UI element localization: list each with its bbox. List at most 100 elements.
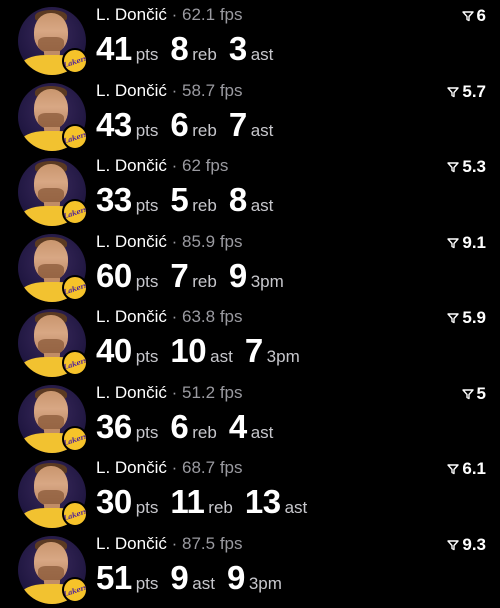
rating-badge[interactable]: 6.1 [447, 459, 486, 479]
rating-value: 5.9 [462, 308, 486, 327]
stat-label: ast [192, 574, 215, 593]
stat-item: 9 3pm [229, 257, 284, 295]
player-name[interactable]: L. Dončić [96, 81, 167, 100]
stat-item: 51 pts [96, 559, 158, 597]
stat-item: 41 pts [96, 30, 158, 68]
stat-value: 51 [96, 559, 132, 596]
player-name[interactable]: L. Dončić [96, 5, 167, 24]
rating-value: 9.3 [462, 535, 486, 554]
stat-value: 41 [96, 30, 132, 67]
stat-line: 33 pts 5 reb 8 ast [96, 181, 285, 219]
fps-value: 68.7 fps [182, 458, 243, 477]
player-name[interactable]: L. Dončić [96, 307, 167, 326]
stat-label: ast [284, 498, 308, 517]
stat-line: 41 pts 8 reb 3 ast [96, 30, 285, 68]
stat-value: 4 [228, 408, 247, 445]
filter-funnel-icon [461, 11, 474, 22]
rating-badge[interactable]: 6 [461, 6, 486, 26]
rating-value: 5 [476, 384, 486, 403]
stat-item: 9 3pm [227, 559, 282, 597]
stat-value: 40 [96, 332, 132, 369]
player-name[interactable]: L. Dončić [96, 383, 167, 402]
stat-value: 11 [170, 483, 205, 520]
game-log-row[interactable]: Lakers L. Dončić · 62.1 fps 6 41 pts 8 r… [0, 0, 500, 75]
player-name[interactable]: L. Dončić [96, 534, 167, 553]
stat-value: 30 [96, 483, 132, 520]
meta-separator: · [171, 5, 178, 24]
meta-separator: · [171, 534, 178, 553]
filter-funnel-icon [461, 389, 474, 400]
stat-label: pts [135, 272, 159, 291]
meta-separator: · [171, 307, 178, 326]
rating-badge[interactable]: 5.7 [447, 82, 486, 102]
lakers-logo-wordmark: Lakers [62, 505, 88, 523]
stat-label: ast [250, 45, 274, 64]
stat-label: reb [208, 498, 233, 517]
stat-item: 7 ast [229, 106, 274, 144]
game-log-row[interactable]: Lakers L. Dončić · 68.7 fps 6.1 30 pts 1… [0, 453, 500, 528]
game-log-row[interactable]: Lakers L. Dončić · 58.7 fps 5.7 43 pts 6… [0, 76, 500, 151]
lakers-logo-icon: Lakers [62, 48, 88, 74]
rating-badge[interactable]: 9.1 [447, 233, 486, 253]
stat-item: 7 reb [170, 257, 216, 295]
filter-funnel-icon [447, 540, 460, 551]
stat-item: 8 reb [170, 30, 216, 68]
stat-label: pts [135, 121, 159, 140]
filter-funnel-icon [447, 87, 460, 98]
game-log-row[interactable]: Lakers L. Dončić · 63.8 fps 5.9 40 pts 1… [0, 302, 500, 377]
stat-item: 10 ast [170, 332, 232, 370]
stat-value: 43 [96, 106, 132, 143]
stat-label: pts [135, 574, 159, 593]
stat-value: 9 [228, 257, 247, 294]
rating-badge[interactable]: 5.9 [447, 308, 486, 328]
rating-badge[interactable]: 9.3 [447, 535, 486, 555]
stat-value: 8 [228, 181, 247, 218]
stat-item: 11 reb [170, 483, 232, 521]
stat-label: ast [250, 196, 274, 215]
rating-value: 9.1 [462, 233, 486, 252]
fps-value: 87.5 fps [182, 534, 243, 553]
lakers-logo-wordmark: Lakers [62, 581, 88, 599]
stat-value: 7 [228, 106, 247, 143]
player-name[interactable]: L. Dončić [96, 232, 167, 251]
rating-badge[interactable]: 5 [461, 384, 486, 404]
stat-label: 3pm [248, 574, 282, 593]
game-log-row[interactable]: Lakers L. Dončić · 85.9 fps 9.1 60 pts 7… [0, 227, 500, 302]
row-meta: L. Dončić · 62.1 fps [96, 5, 243, 25]
stat-line: 60 pts 7 reb 9 3pm [96, 257, 296, 295]
game-log-row[interactable]: Lakers L. Dončić · 87.5 fps 9.3 51 pts 9… [0, 529, 500, 604]
stat-value: 13 [244, 483, 281, 520]
stat-item: 6 reb [170, 106, 216, 144]
fps-value: 51.2 fps [182, 383, 243, 402]
stat-item: 5 reb [170, 181, 216, 219]
stat-value: 8 [170, 30, 189, 67]
lakers-logo-icon: Lakers [62, 199, 88, 225]
stat-label: 3pm [250, 272, 284, 291]
stat-label: reb [192, 45, 217, 64]
meta-separator: · [171, 232, 178, 251]
filter-funnel-icon [447, 464, 460, 475]
stat-label: pts [135, 498, 159, 517]
lakers-logo-wordmark: Lakers [62, 52, 88, 70]
stat-label: reb [192, 272, 217, 291]
stat-line: 30 pts 11 reb 13 ast [96, 483, 319, 521]
player-name[interactable]: L. Dončić [96, 458, 167, 477]
stat-item: 43 pts [96, 106, 158, 144]
stat-label: pts [135, 423, 159, 442]
stat-value: 6 [170, 408, 189, 445]
stat-value: 60 [96, 257, 132, 294]
player-name[interactable]: L. Dončić [96, 156, 167, 175]
row-meta: L. Dončić · 68.7 fps [96, 458, 243, 478]
lakers-logo-icon: Lakers [62, 501, 88, 527]
game-log-row[interactable]: Lakers L. Dončić · 51.2 fps 5 36 pts 6 r… [0, 378, 500, 453]
meta-separator: · [171, 81, 178, 100]
game-log-row[interactable]: Lakers L. Dončić · 62 fps 5.3 33 pts 5 r… [0, 151, 500, 226]
rating-value: 5.3 [462, 157, 486, 176]
stat-value: 9 [170, 559, 189, 596]
stat-item: 13 ast [245, 483, 307, 521]
stat-item: 4 ast [229, 408, 274, 446]
lakers-logo-wordmark: Lakers [62, 430, 88, 448]
stat-label: pts [135, 196, 159, 215]
rating-badge[interactable]: 5.3 [447, 157, 486, 177]
row-meta: L. Dončić · 62 fps [96, 156, 228, 176]
